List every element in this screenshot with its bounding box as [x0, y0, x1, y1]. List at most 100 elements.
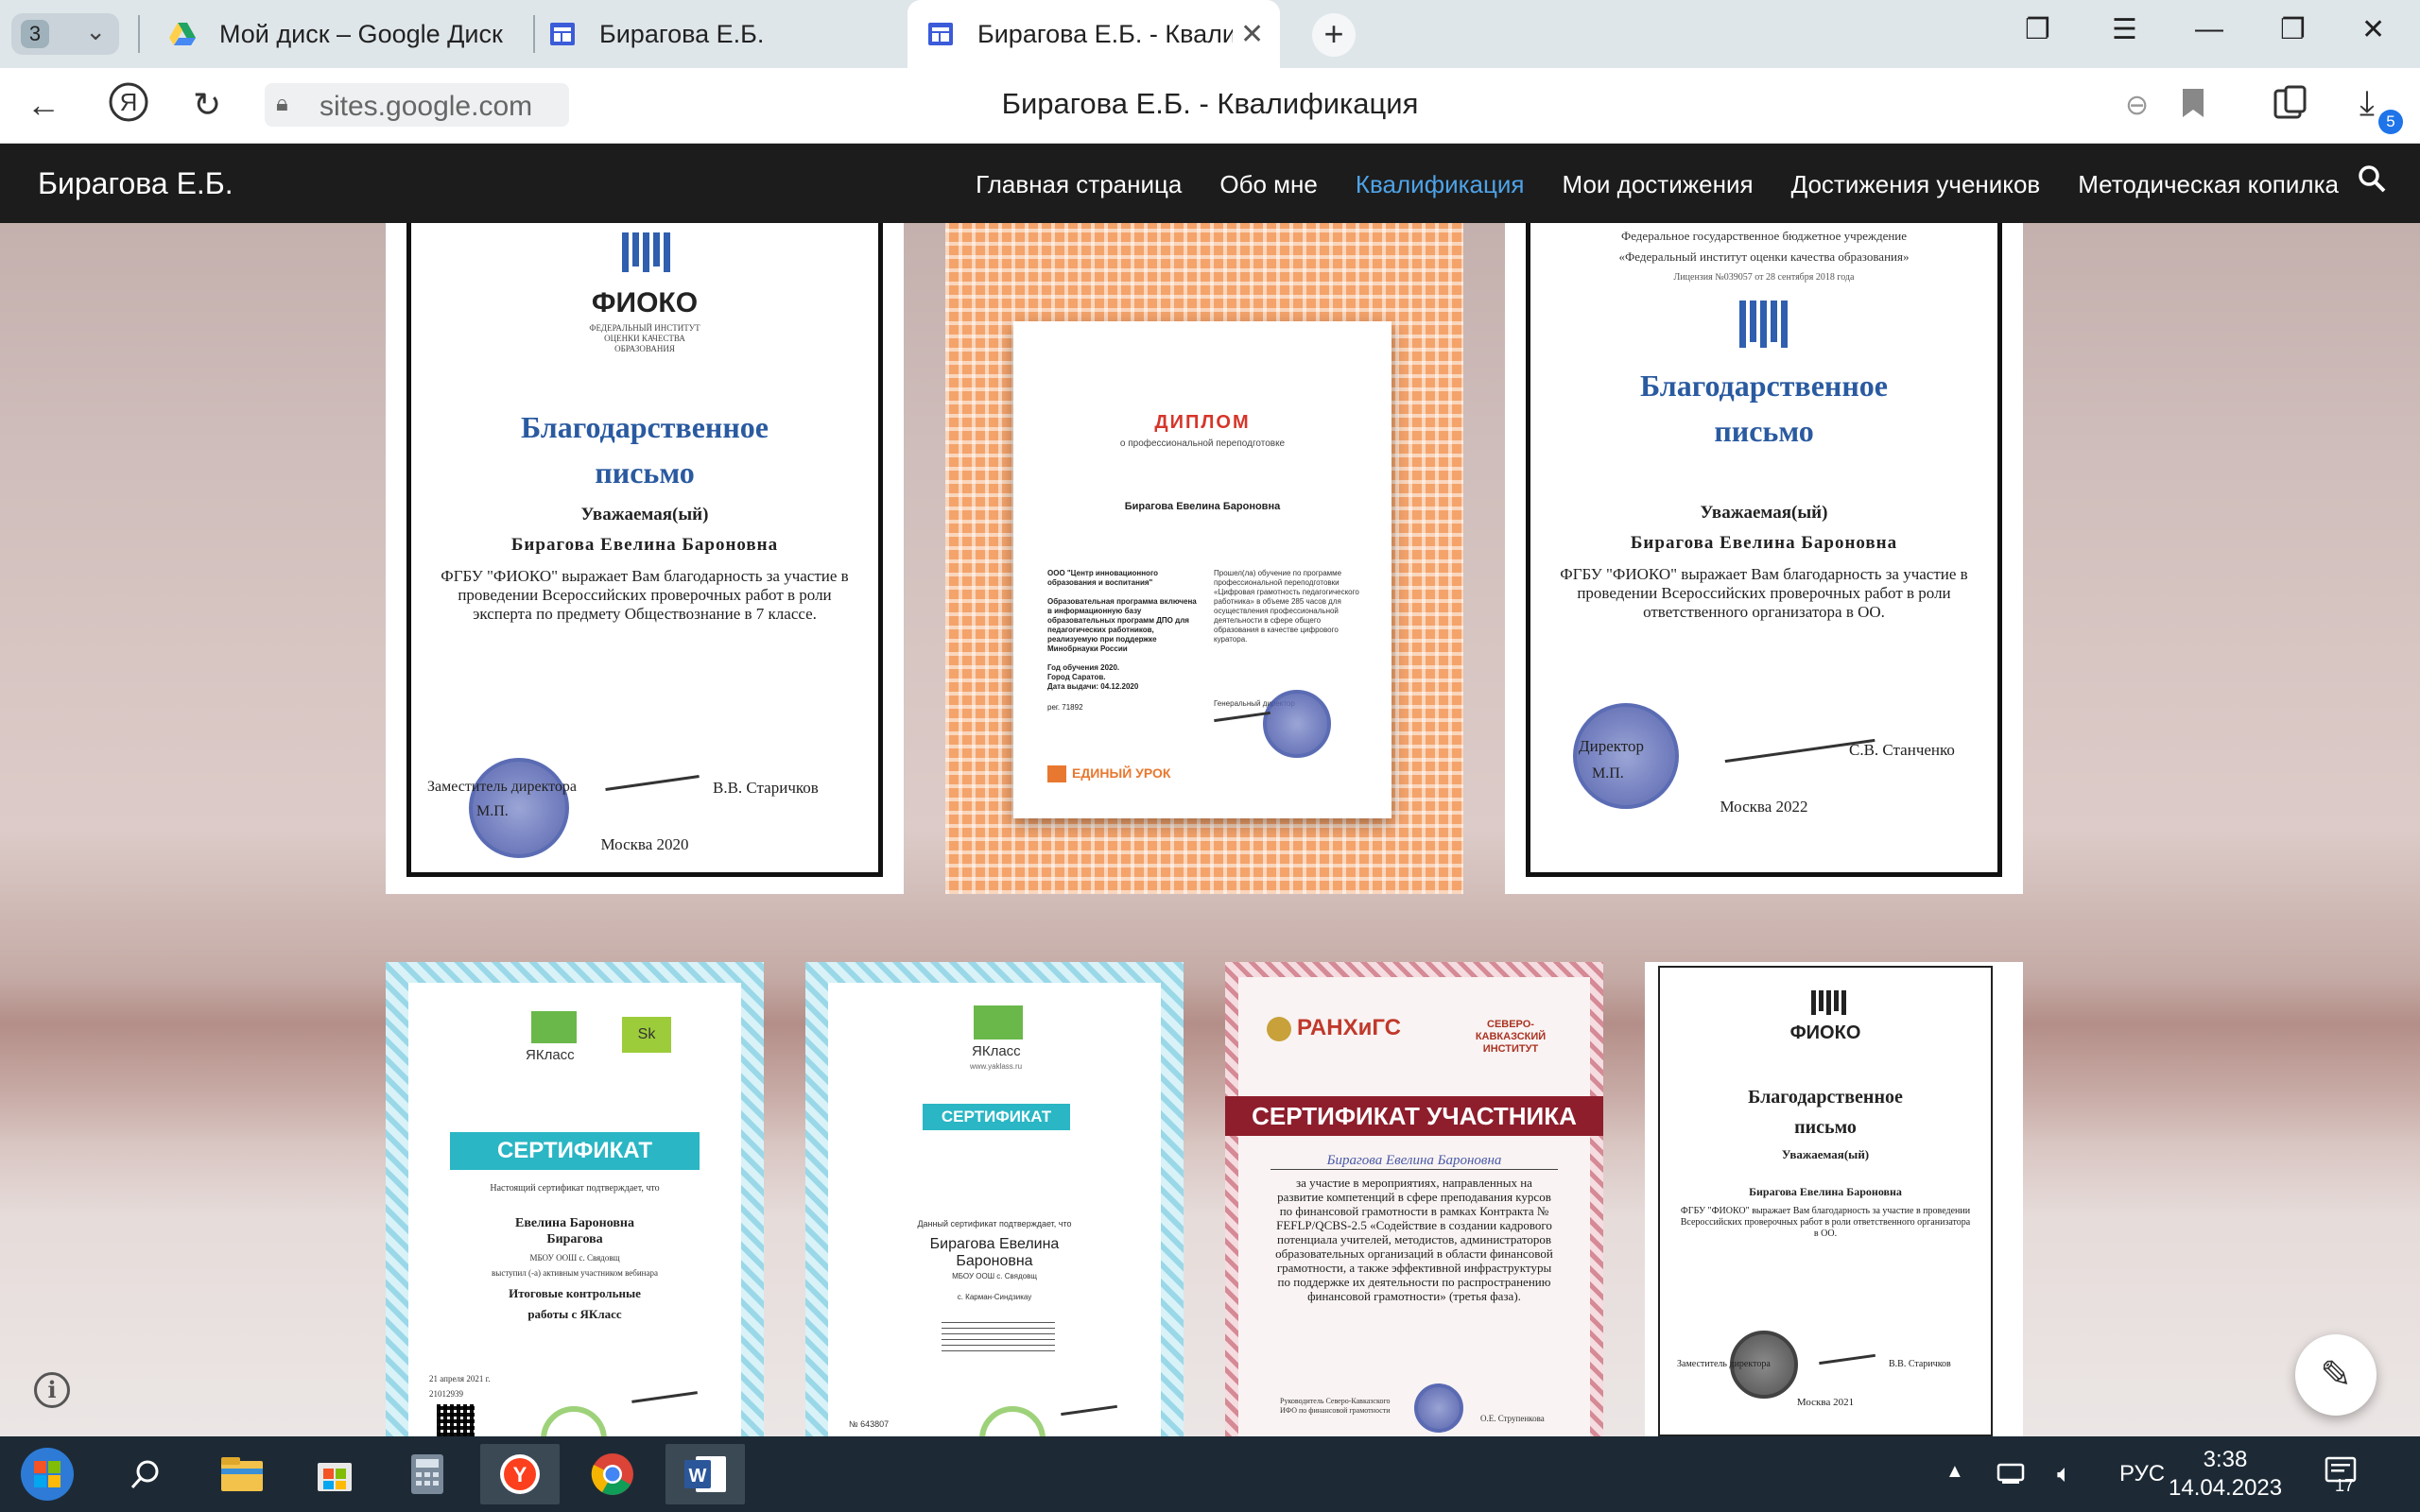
- diploma-year: Год обучения 2020.: [1047, 663, 1120, 672]
- site-nav: Главная страница Обо мне Квалификация Мо…: [976, 170, 2339, 199]
- cert-signer-role: Руководитель Северо-Кавказского ИФО по ф…: [1280, 1397, 1391, 1415]
- cert-title: Благодарственное: [1748, 1087, 1903, 1108]
- new-tab-button[interactable]: +: [1312, 13, 1356, 57]
- clock[interactable]: 3:38 14.04.2023: [2169, 1446, 2282, 1503]
- certificate-yaklass[interactable]: ЯКласс www.yaklass.ru СЕРТИФИКАТ Данный …: [805, 962, 1184, 1436]
- language-indicator[interactable]: РУС: [2119, 1461, 2165, 1487]
- nav-item-home[interactable]: Главная страница: [976, 170, 1182, 199]
- bookmark-icon[interactable]: [2180, 87, 2206, 128]
- network-icon[interactable]: [1996, 1459, 2031, 1492]
- cert-name: Бирагова Евелина Бароновна: [1749, 1185, 1902, 1198]
- search-taskbar-icon[interactable]: [108, 1444, 183, 1504]
- cert-brand: ЯКласс: [972, 1043, 1021, 1059]
- certificate-fioko-2020[interactable]: ФИОКО ФЕДЕРАЛЬНЫЙ ИНСТИТУТ ОЦЕНКИ КАЧЕСТ…: [386, 223, 904, 894]
- certificate-fioko-2021[interactable]: ФИОКО Благодарственное письмо Уважаемая(…: [1645, 962, 2023, 1436]
- site-brand[interactable]: Бирагова Е.Б.: [38, 166, 233, 201]
- svg-text:W: W: [689, 1466, 707, 1486]
- address-bar: ← Я ↻ 🔒︎ sites.google.com Бирагова Е.Б. …: [0, 68, 2420, 144]
- certificate-yaklass-webinar[interactable]: ЯКласс Sk СЕРТИФИКАТ Настоящий сертифика…: [386, 962, 764, 1436]
- ranepa-emblem-icon: [1267, 1017, 1291, 1041]
- tab-kvalifikatsiya[interactable]: Бирагова Е.Б. - Квалиф ✕: [908, 0, 1280, 68]
- cert-license: Лицензия №039057 от 28 сентября 2018 год…: [1673, 272, 1855, 283]
- search-icon[interactable]: [2358, 164, 2386, 201]
- nav-item-methodical[interactable]: Методическая копилка: [2078, 170, 2339, 199]
- menu-icon[interactable]: ☰: [2112, 13, 2137, 46]
- cert-intro: Настоящий сертификат подтверждает, что: [490, 1183, 660, 1194]
- medal-icon: [541, 1406, 607, 1436]
- site-header: Бирагова Е.Б. Главная страница Обо мне К…: [0, 144, 2420, 223]
- calculator-icon[interactable]: [388, 1444, 467, 1504]
- cert-signer-role: Заместитель директора: [1677, 1359, 1771, 1369]
- minimize-icon[interactable]: —: [2195, 13, 2223, 45]
- page-content: ФИОКО ФЕДЕРАЛЬНЫЙ ИНСТИТУТ ОЦЕНКИ КАЧЕСТ…: [0, 223, 2420, 1436]
- cert-name: Бирагова Евелина Бароновна: [929, 1236, 1060, 1269]
- diploma-city: Город Саратов.: [1047, 673, 1106, 681]
- extensions-icon[interactable]: [2273, 85, 2308, 129]
- downloads-icon[interactable]: ⤓: [2360, 83, 2375, 124]
- notification-count: 17: [2335, 1476, 2355, 1495]
- edinyi-urok-logo-icon: [1047, 765, 1066, 782]
- reader-icon[interactable]: ⊖: [2125, 89, 2149, 122]
- cert-title: СЕРТИФИКАТ: [450, 1132, 700, 1170]
- cert-event: Итоговые контрольные работы с ЯКласс: [509, 1286, 641, 1321]
- certificate-fioko-2022[interactable]: Федеральное государственное бюджетное уч…: [1505, 223, 2023, 894]
- cert-inner: РАНХиГС СЕВЕРО-КАВКАЗСКИЙ ИНСТИТУТ СЕРТИ…: [1225, 977, 1603, 1436]
- nav-item-student-achievements[interactable]: Достижения учеников: [1791, 170, 2041, 199]
- cert-greet: Уважаемая(ый): [580, 505, 709, 524]
- medal-icon: [979, 1406, 1046, 1436]
- cert-name: Евелина Бароновна Бирагова: [515, 1216, 634, 1246]
- cert-org-sub: ФЕДЕРАЛЬНЫЙ ИНСТИТУТ ОЦЕНКИ КАЧЕСТВА ОБР…: [589, 323, 700, 353]
- close-tab-icon[interactable]: ✕: [1240, 18, 1264, 51]
- signature: [1061, 1403, 1117, 1417]
- cert-signer: О.Е. Струпенкова: [1480, 1414, 1545, 1423]
- diploma-right-text: Прошел(ла) обучение по программе професс…: [1214, 569, 1359, 644]
- collections-icon[interactable]: ❐: [2025, 13, 2050, 46]
- cert-greet: Уважаемая(ый): [1700, 503, 1828, 523]
- diploma-left-text: Образовательная программа включена в инф…: [1047, 597, 1197, 653]
- start-button[interactable]: [11, 1444, 83, 1504]
- cert-brand: ЯКласс: [526, 1047, 575, 1063]
- qr-code: [437, 1404, 475, 1436]
- volume-icon[interactable]: 🔈︎: [2057, 1459, 2072, 1489]
- tab-counter-button[interactable]: 3 ⌄: [11, 13, 119, 55]
- cert-place: Москва 2022: [1720, 798, 1808, 816]
- tab-google-drive[interactable]: Мой диск – Google Диск: [168, 0, 527, 68]
- tab-count: 3: [21, 20, 49, 48]
- cert-signer: В.В. Старичков: [1889, 1359, 1951, 1369]
- cert-signer: С.В. Станченко: [1849, 741, 1955, 759]
- tab-title: Мой диск – Google Диск: [219, 19, 503, 48]
- cert-body: за участие в мероприятиях, направленных …: [1275, 1176, 1553, 1303]
- tab-biragova-home[interactable]: Бирагова Е.Б.: [548, 0, 908, 68]
- chrome-icon[interactable]: [573, 1444, 652, 1504]
- nav-item-achievements[interactable]: Мои достижения: [1563, 170, 1754, 199]
- google-sites-icon: [928, 23, 953, 45]
- nav-item-qualification[interactable]: Квалификация: [1356, 170, 1525, 199]
- cert-place: Москва 2020: [600, 835, 689, 853]
- signature: [1214, 710, 1270, 723]
- store-icon[interactable]: [295, 1444, 374, 1504]
- certificate-ranepa[interactable]: РАНХиГС СЕВЕРО-КАВКАЗСКИЙ ИНСТИТУТ СЕРТИ…: [1225, 962, 1603, 1436]
- cert-number: 21012939: [429, 1389, 463, 1399]
- cert-name: Бирагова Евелина Бароновна: [1630, 533, 1898, 553]
- cert-org: ФИОКО: [1789, 1022, 1861, 1043]
- diploma-left-column: ООО "Центр инновационного образования и …: [1047, 569, 1197, 713]
- chevron-down-icon[interactable]: ⌄: [85, 17, 106, 46]
- diploma-reg: рег. 71892: [1047, 703, 1083, 712]
- nav-item-about[interactable]: Обо мне: [1219, 170, 1318, 199]
- yandex-browser-taskbar-icon[interactable]: Y: [480, 1444, 560, 1504]
- fioko-logo-icon: [622, 232, 670, 272]
- certificate-diploma[interactable]: ДИПЛОМ о профессиональной переподготовке…: [945, 223, 1463, 894]
- restore-icon[interactable]: ❐: [2280, 13, 2306, 46]
- signature: [631, 1390, 698, 1403]
- diploma-brand: ЕДИНЫЙ УРОК: [1072, 765, 1171, 781]
- tab-separator: [533, 15, 535, 53]
- clock-time: 3:38: [2203, 1447, 2248, 1472]
- file-explorer-icon[interactable]: [202, 1444, 282, 1504]
- diploma-org: ООО "Центр инновационного образования и …: [1047, 569, 1159, 587]
- show-hidden-icons-icon[interactable]: ▲: [1945, 1461, 1964, 1483]
- word-icon[interactable]: W: [666, 1444, 745, 1504]
- cert-inner: ЯКласс www.yaklass.ru СЕРТИФИКАТ Данный …: [828, 983, 1161, 1436]
- edit-pencil-icon[interactable]: ✎: [2295, 1334, 2377, 1416]
- info-icon[interactable]: i: [34, 1372, 70, 1408]
- close-window-icon[interactable]: ✕: [2361, 13, 2385, 46]
